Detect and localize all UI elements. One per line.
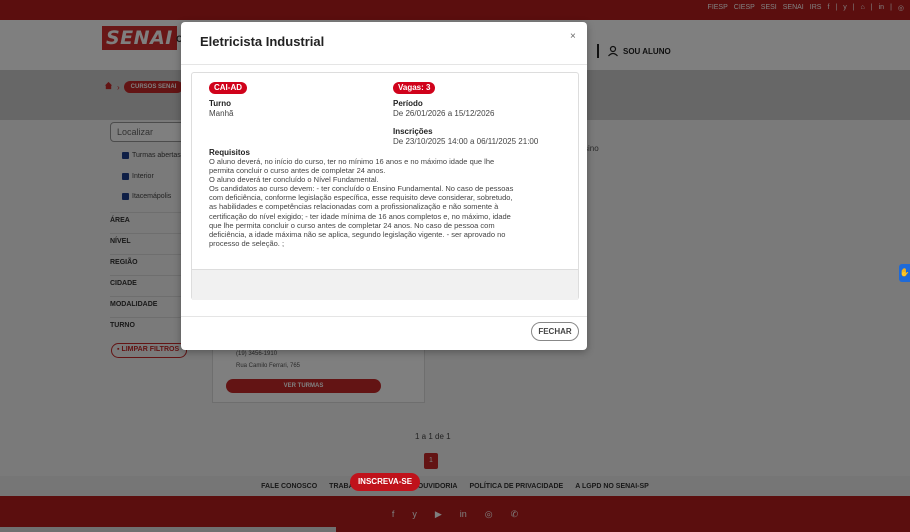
vagas-badge: Vagas: 3 bbox=[393, 82, 436, 94]
requisito-line: O aluno deverá, no início do curso, ter … bbox=[209, 157, 495, 166]
unit-badge: CAI-AD bbox=[209, 82, 247, 94]
class-details-panel: CAI-AD Vagas: 3 Turno Manhã Período De 2… bbox=[191, 72, 579, 491]
inscreva-se-button[interactable]: INSCREVA-SE bbox=[350, 473, 420, 491]
periodo-value: De 26/01/2026 a 15/12/2026 bbox=[393, 109, 495, 118]
course-modal: Eletricista Industrial × CAI-AD Vagas: 3… bbox=[181, 22, 587, 491]
requisito-line: certificação do nível exigido; - ter ida… bbox=[209, 211, 511, 221]
requisito-line: com deficiência, conforme legislação esp… bbox=[209, 193, 513, 203]
requisito-line: deficiência, a idade máxima não se aplic… bbox=[209, 229, 506, 239]
requisitos-text: O aluno deverá, no início do curso, ter … bbox=[209, 157, 559, 248]
divider bbox=[181, 64, 587, 65]
accessibility-icon[interactable]: ✋ bbox=[899, 264, 910, 282]
panel-footer: INSCREVA-SE bbox=[192, 269, 578, 491]
requisitos-label: Requisitos bbox=[209, 148, 250, 157]
fechar-button[interactable]: FECHAR bbox=[531, 322, 579, 341]
modal-title: Eletricista Industrial bbox=[200, 34, 325, 49]
requisito-line: O aluno deverá ter concluído o Nível Fun… bbox=[209, 175, 379, 185]
requisito-line: Os candidatos ao curso devem: - ter conc… bbox=[209, 184, 514, 194]
inscricoes-label: Inscrições bbox=[393, 127, 433, 136]
turno-label: Turno bbox=[209, 99, 232, 108]
requisito-line: processo de seleção. ; bbox=[209, 238, 285, 248]
requisito-line: que lhe permita concluir o curso antes d… bbox=[209, 220, 495, 230]
requisito-line: permita concluir o curso antes de comple… bbox=[209, 166, 386, 176]
turno-value: Manhã bbox=[209, 109, 234, 118]
divider bbox=[181, 316, 587, 317]
requisito-line: as habilidades e competências relacionad… bbox=[209, 202, 499, 212]
periodo-label: Período bbox=[393, 99, 423, 108]
inscricoes-value: De 23/10/2025 14:00 a 06/11/2025 21:00 bbox=[393, 137, 539, 146]
close-icon[interactable]: × bbox=[570, 31, 576, 42]
